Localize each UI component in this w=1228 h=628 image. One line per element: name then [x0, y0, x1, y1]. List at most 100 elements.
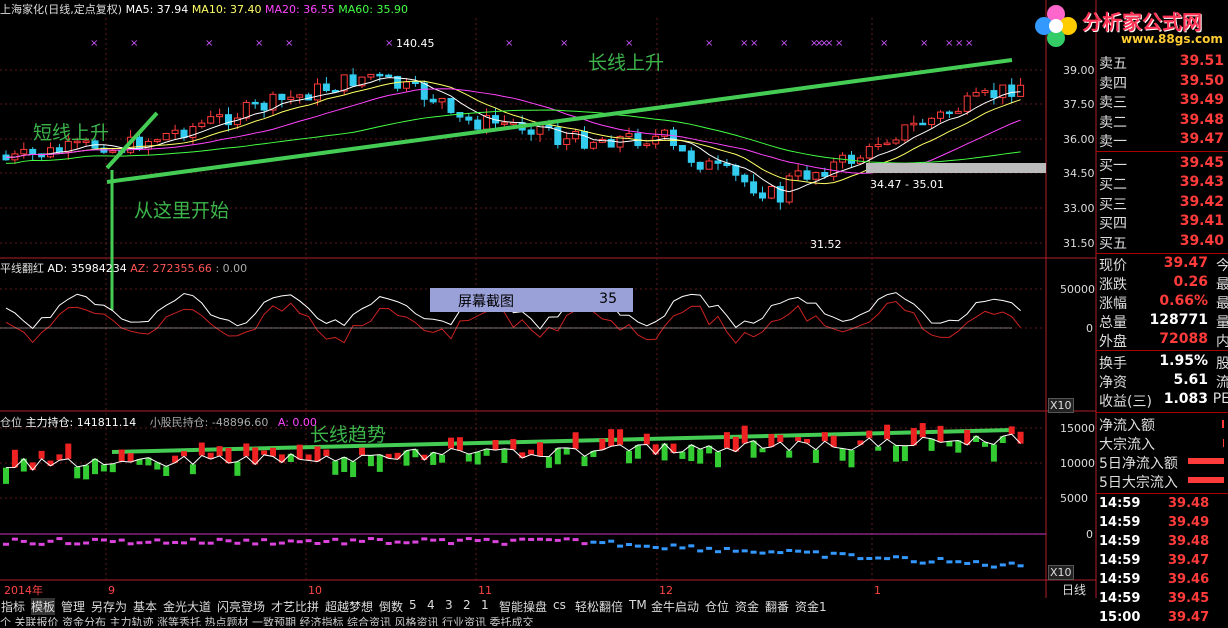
- formula-tab[interactable]: 3: [445, 598, 453, 612]
- main-chart[interactable]: × × × × × × × × × × × × × ×××× × × × × × ×: [0, 0, 1228, 625]
- order-book-row[interactable]: 卖五 39.51: [1096, 52, 1228, 72]
- candle-body: [20, 148, 28, 155]
- formula-tab[interactable]: 基本: [133, 598, 157, 615]
- candle-body: [643, 143, 651, 147]
- signal-marker: ×: [205, 38, 213, 49]
- retail-bar: [207, 541, 214, 545]
- order-book-label: 买二: [1099, 177, 1127, 193]
- formula-tab[interactable]: 管理: [61, 598, 85, 615]
- retail-bar: [492, 540, 499, 544]
- formula-tab[interactable]: 仓位: [705, 598, 729, 615]
- position-bar: [261, 450, 268, 455]
- position-bar: [492, 439, 499, 451]
- formula-tab[interactable]: 资金1: [795, 598, 827, 615]
- order-book-row[interactable]: 买二 39.43: [1096, 173, 1228, 193]
- formula-tab[interactable]: cs: [553, 598, 566, 612]
- retail-bar: [376, 538, 383, 542]
- candle-body: [963, 95, 971, 112]
- retail-bar: [305, 539, 312, 543]
- retail-bar: [893, 555, 899, 559]
- retail-bar: [359, 539, 365, 543]
- order-book-row[interactable]: 买五 39.40: [1096, 232, 1228, 252]
- quote-row: 外盘 72088 内: [1096, 330, 1228, 350]
- retail-bar: [11, 537, 18, 541]
- order-book-row[interactable]: 买四 39.41: [1096, 212, 1228, 232]
- retail-bar: [412, 540, 419, 544]
- quote-label: 涨幅: [1099, 296, 1127, 312]
- formula-tab[interactable]: 轻松翻倍: [575, 598, 623, 615]
- order-book-row[interactable]: 卖一 39.47: [1096, 130, 1228, 150]
- order-book-row[interactable]: 卖四 39.50: [1096, 72, 1228, 92]
- retail-bar: [252, 542, 259, 546]
- signal-marker: ×: [560, 38, 568, 49]
- signal-marker: ×: [285, 38, 293, 49]
- flow-label: 5日大宗流入: [1099, 475, 1178, 491]
- formula-tab[interactable]: 超越梦想: [325, 598, 373, 615]
- candle-body: [447, 97, 455, 113]
- formula-tab[interactable]: 指标: [1, 598, 25, 615]
- retail-bar: [172, 540, 179, 544]
- formula-tab[interactable]: 倒数: [379, 598, 403, 615]
- formula-tab[interactable]: 4: [427, 598, 435, 612]
- candle-body: [767, 186, 775, 199]
- position-bar: [572, 432, 579, 449]
- formula-tab[interactable]: 才艺比拼: [271, 598, 319, 615]
- formula-tab[interactable]: 模板: [31, 598, 56, 615]
- candle-body: [901, 124, 909, 141]
- order-book-price: 39.48: [1179, 111, 1224, 128]
- formula-tab[interactable]: 翻番: [765, 598, 789, 615]
- position-bar: [109, 463, 116, 473]
- formula-tab[interactable]: 2: [463, 598, 471, 612]
- quote-label: 换手: [1099, 356, 1127, 372]
- quote-value: 72088: [1159, 331, 1208, 347]
- retail-bar: [20, 539, 27, 543]
- ma10-readout: MA10: 37.40: [191, 3, 262, 16]
- order-book-row[interactable]: 买一 39.45: [1096, 154, 1228, 174]
- retail-bar: [367, 537, 374, 541]
- retail-bar: [875, 556, 882, 560]
- order-book-row[interactable]: 卖二 39.48: [1096, 111, 1228, 131]
- position-bar: [243, 443, 250, 457]
- order-book-label: 卖一: [1099, 134, 1127, 150]
- formula-tab[interactable]: 另存为: [91, 598, 127, 615]
- quote-extra: 今: [1216, 258, 1228, 274]
- tick-price: 39.49: [1168, 515, 1210, 530]
- order-book-price: 39.49: [1179, 92, 1224, 108]
- position-bar: [901, 445, 908, 462]
- order-book-row[interactable]: 买三 39.42: [1096, 193, 1228, 213]
- quote-extra: PE: [1212, 391, 1228, 407]
- candle-body: [919, 122, 927, 126]
- period-label[interactable]: 日线: [1062, 584, 1086, 597]
- candle-body: [821, 172, 829, 177]
- retail-bar: [181, 541, 187, 545]
- formula-tab[interactable]: 5: [409, 598, 417, 612]
- order-book-row[interactable]: 卖三 39.49: [1096, 91, 1228, 111]
- formula-tab[interactable]: 1: [481, 598, 489, 612]
- candle-body: [242, 101, 250, 119]
- formula-tab[interactable]: 金牛启动: [651, 598, 699, 615]
- retail-bar: [804, 550, 810, 554]
- formula-tab[interactable]: TM: [629, 598, 647, 612]
- candle-body: [216, 114, 224, 118]
- position-bar: [181, 451, 187, 457]
- candle-body: [812, 172, 820, 180]
- signal-marker: ×: [385, 38, 393, 49]
- retail-bar: [679, 546, 686, 550]
- annotation-long-up: 长线上升: [588, 52, 665, 74]
- candle-body: [714, 160, 722, 164]
- candle-body: [883, 142, 891, 146]
- tick-price: 39.45: [1168, 591, 1210, 606]
- retail-bar: [136, 541, 143, 545]
- screenshot-tooltip[interactable]: 屏幕截图 35: [430, 288, 633, 312]
- retail-bar: [278, 541, 285, 545]
- range-highlight: [866, 163, 1046, 173]
- formula-tab[interactable]: 闪亮登场: [217, 598, 265, 615]
- retail-bar: [3, 542, 9, 546]
- formula-tab[interactable]: 智能操盘: [499, 598, 547, 615]
- formula-tab[interactable]: 金光大道: [163, 598, 211, 615]
- position-bar: [341, 457, 348, 472]
- retail-bar: [821, 555, 828, 559]
- retail-bar: [982, 563, 988, 567]
- formula-tab[interactable]: 资金: [735, 598, 759, 615]
- position-bar: [376, 454, 383, 472]
